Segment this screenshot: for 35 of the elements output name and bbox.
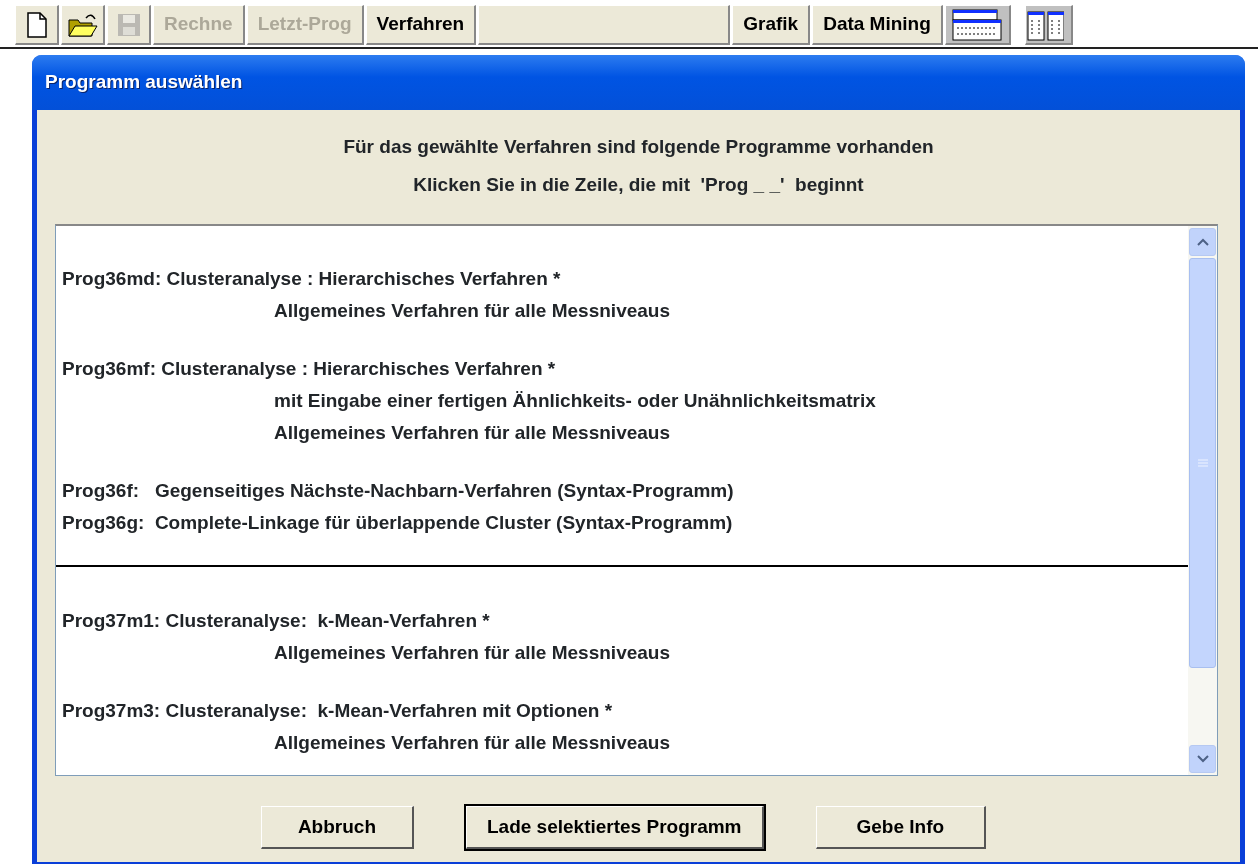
program-list-item[interactable]: Prog37m1: Clusteranalyse: k-Mean-Verfahren * <box>56 605 1188 637</box>
folder-icon <box>66 11 99 38</box>
new-file-icon <box>25 11 48 38</box>
toolbar-button[interactable]: Grafik <box>732 5 811 45</box>
scroll-down-button[interactable] <box>1189 745 1216 773</box>
program-description: Allgemeines Verfahren für alle Messniveaus <box>273 421 671 445</box>
dialog-title: Programm auswählen <box>32 55 1245 110</box>
program-description: Allgemeines Verfahren für alle Messniveaus <box>273 731 671 755</box>
program-list-item[interactable]: Prog36mf: Clusteranalyse : Hierarchisches Verfahren * <box>56 353 1188 385</box>
program-list-item[interactable]: Prog36f: Gegenseitiges Nächste-Nachbarn-Verfahren (Syntax-Programm) <box>56 475 1188 507</box>
table-view-button[interactable] <box>1024 5 1073 45</box>
dialog-button[interactable]: Abbruch <box>260 806 414 849</box>
scrollbar[interactable] <box>1188 226 1217 775</box>
keyboard-icon <box>951 7 1004 42</box>
toolbar-button[interactable]: Verfahren <box>365 5 477 45</box>
open-button[interactable] <box>61 5 105 45</box>
instruction-text: Für das gewählte Verfahren sind folgende Programme vorhanden <box>342 135 935 159</box>
program-list-item[interactable]: Prog37m3: Clusteranalyse: k-Mean-Verfahren mit Optionen * <box>56 695 1188 727</box>
new-button[interactable] <box>15 5 59 45</box>
instruction-text: Klicken Sie in die Zeile, die mit 'Prog _ _' beginnt <box>412 173 865 197</box>
keyboard-view-button[interactable] <box>944 5 1011 45</box>
program-description: mit Eingabe einer fertigen Ähnlichkeits- oder Unähnlichkeitsmatrix <box>273 389 877 413</box>
save-icon <box>116 12 141 37</box>
scroll-up-button[interactable] <box>1189 228 1216 256</box>
dialog-button[interactable]: Lade selektiertes Programm <box>466 806 764 849</box>
chevron-down-icon <box>1196 755 1209 763</box>
program-description: Allgemeines Verfahren für alle Messniveaus <box>273 299 671 323</box>
program-list-item[interactable]: Prog36g: Complete-Linkage für überlappende Cluster (Syntax-Programm) <box>56 507 1188 539</box>
chevron-up-icon <box>1196 238 1209 246</box>
program-list[interactable] <box>55 224 1218 776</box>
program-description: Allgemeines Verfahren für alle Messniveaus <box>273 641 671 665</box>
toolbar-button[interactable]: Data Mining <box>812 5 943 45</box>
scrollbar-thumb[interactable] <box>1189 258 1216 668</box>
dialog-button[interactable]: Gebe Info <box>815 806 987 849</box>
program-list-item[interactable]: Prog36md: Clusteranalyse : Hierarchisches Verfahren * <box>56 263 1188 295</box>
